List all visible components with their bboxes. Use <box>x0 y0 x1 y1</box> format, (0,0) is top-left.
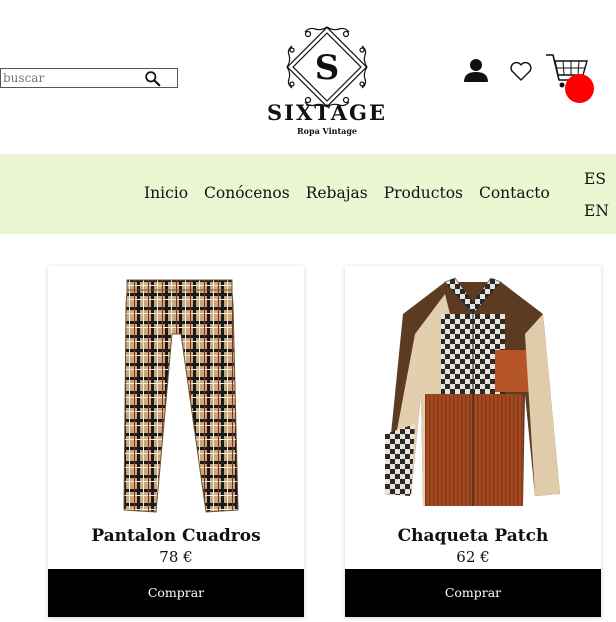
user-icon[interactable] <box>462 57 490 83</box>
nav-item-productos[interactable]: Productos <box>384 184 463 202</box>
buy-button[interactable]: Comprar <box>48 569 304 617</box>
search-input[interactable] <box>3 70 141 86</box>
product-price: 78 € <box>159 548 193 566</box>
product-name[interactable]: Chaqueta Patch <box>345 526 601 546</box>
logo-monogram: S <box>315 48 340 88</box>
nav-item-conocenos[interactable]: Conócenos <box>204 184 290 202</box>
product-card: Chaqueta Patch 62 € Comprar <box>345 266 601 617</box>
language-en[interactable]: EN <box>584 202 609 220</box>
search-box[interactable] <box>0 68 178 88</box>
product-name[interactable]: Pantalon Cuadros <box>48 526 304 546</box>
brand-name[interactable]: SIXTAGE <box>262 100 392 125</box>
nav-item-inicio[interactable]: Inicio <box>144 184 188 202</box>
nav-item-rebajas[interactable]: Rebajas <box>306 184 368 202</box>
product-card: Pantalon Cuadros 78 € Comprar <box>48 266 304 617</box>
nav-item-contacto[interactable]: Contacto <box>479 184 550 202</box>
language-es[interactable]: ES <box>584 170 606 188</box>
cart-count-badge[interactable] <box>565 74 594 103</box>
product-image-pants[interactable] <box>48 274 304 524</box>
product-price: 62 € <box>456 548 490 566</box>
search-icon[interactable] <box>144 70 161 87</box>
main-nav: Inicio Conócenos Rebajas Productos Conta… <box>0 154 616 234</box>
product-image-jacket[interactable] <box>345 274 601 524</box>
heart-icon[interactable] <box>509 60 533 82</box>
buy-button[interactable]: Comprar <box>345 569 601 617</box>
nav-links: Inicio Conócenos Rebajas Productos Conta… <box>144 184 550 202</box>
site-header: S SIXTAGE Ropa Vintage <box>0 0 616 154</box>
brand-tagline: Ropa Vintage <box>296 126 358 136</box>
